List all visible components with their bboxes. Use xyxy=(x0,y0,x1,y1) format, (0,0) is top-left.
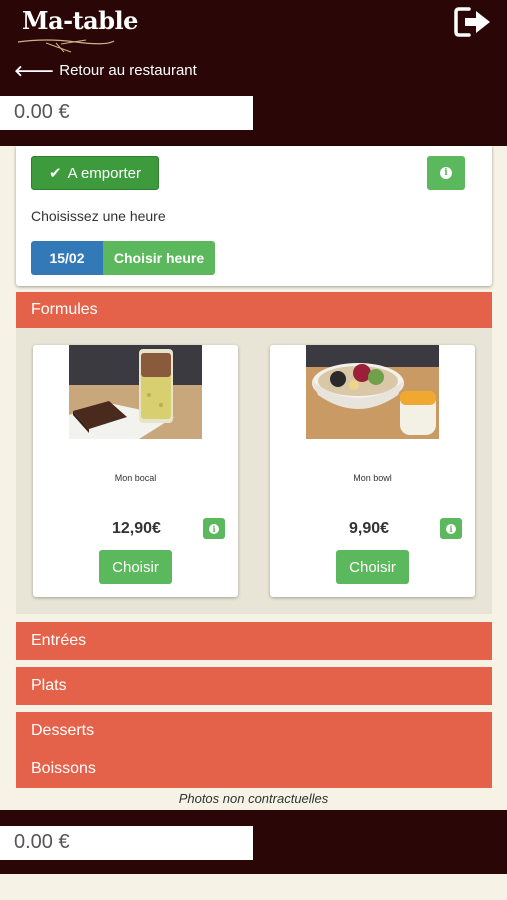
product-name: Mon bocal xyxy=(114,473,157,483)
takeaway-button[interactable]: ✔ A emporter xyxy=(31,156,159,190)
choose-button[interactable]: Choisir xyxy=(336,550,409,584)
header: Ma-table 🡐 Retour au restaurant 0.00 € xyxy=(0,0,507,146)
product-price: 12,90€ xyxy=(112,520,161,537)
category-formules[interactable]: Formules xyxy=(16,292,492,328)
product-info-button[interactable]: i xyxy=(203,518,225,539)
choose-hour-button[interactable]: Choisir heure xyxy=(103,241,215,275)
product-card: Mon bowl 9,90€ i Choisir xyxy=(270,345,475,597)
back-link-label: Retour au restaurant xyxy=(59,62,197,79)
back-to-restaurant-link[interactable]: 🡐 Retour au restaurant xyxy=(14,61,197,80)
choose-hour-prompt: Choisissez une heure xyxy=(31,208,166,224)
product-image-bowl xyxy=(306,345,439,439)
choose-button[interactable]: Choisir xyxy=(99,550,172,584)
info-icon: i xyxy=(209,523,219,534)
main-content: ✔ A emporter i Choisissez une heure 15/0… xyxy=(0,146,507,810)
cart-total-top: 0.00 € xyxy=(0,96,253,130)
logo-decoration xyxy=(17,39,115,53)
category-entrees[interactable]: Entrées xyxy=(16,622,492,660)
category-boissons[interactable]: Boissons xyxy=(16,750,492,788)
info-icon: i xyxy=(446,523,456,534)
order-options-card: ✔ A emporter i Choisissez une heure 15/0… xyxy=(16,146,492,286)
category-plats[interactable]: Plats xyxy=(16,667,492,705)
category-desserts[interactable]: Desserts xyxy=(16,712,492,750)
formules-panel: Mon bocal 12,90€ i Choisir Mon bowl 9,90… xyxy=(16,328,492,614)
photo-disclaimer: Photos non contractuelles xyxy=(178,791,329,806)
product-card: Mon bocal 12,90€ i Choisir xyxy=(33,345,238,597)
arrow-left-icon: 🡐 xyxy=(14,63,55,80)
info-icon: i xyxy=(440,167,452,179)
product-info-button[interactable]: i xyxy=(440,518,462,539)
check-icon: ✔ xyxy=(49,165,62,182)
bottom-strip xyxy=(0,874,507,900)
product-image-bocal xyxy=(69,345,202,439)
date-button[interactable]: 15/02 xyxy=(31,241,103,275)
cart-total-bottom: 0.00 € xyxy=(0,826,253,860)
footer: 0.00 € xyxy=(0,810,507,874)
product-price: 9,90€ xyxy=(349,520,390,537)
product-name: Mon bowl xyxy=(353,473,392,483)
logo: Ma-table xyxy=(22,6,138,35)
info-button[interactable]: i xyxy=(427,156,465,190)
logout-icon[interactable] xyxy=(453,6,493,38)
takeaway-label: A emporter xyxy=(67,164,141,182)
